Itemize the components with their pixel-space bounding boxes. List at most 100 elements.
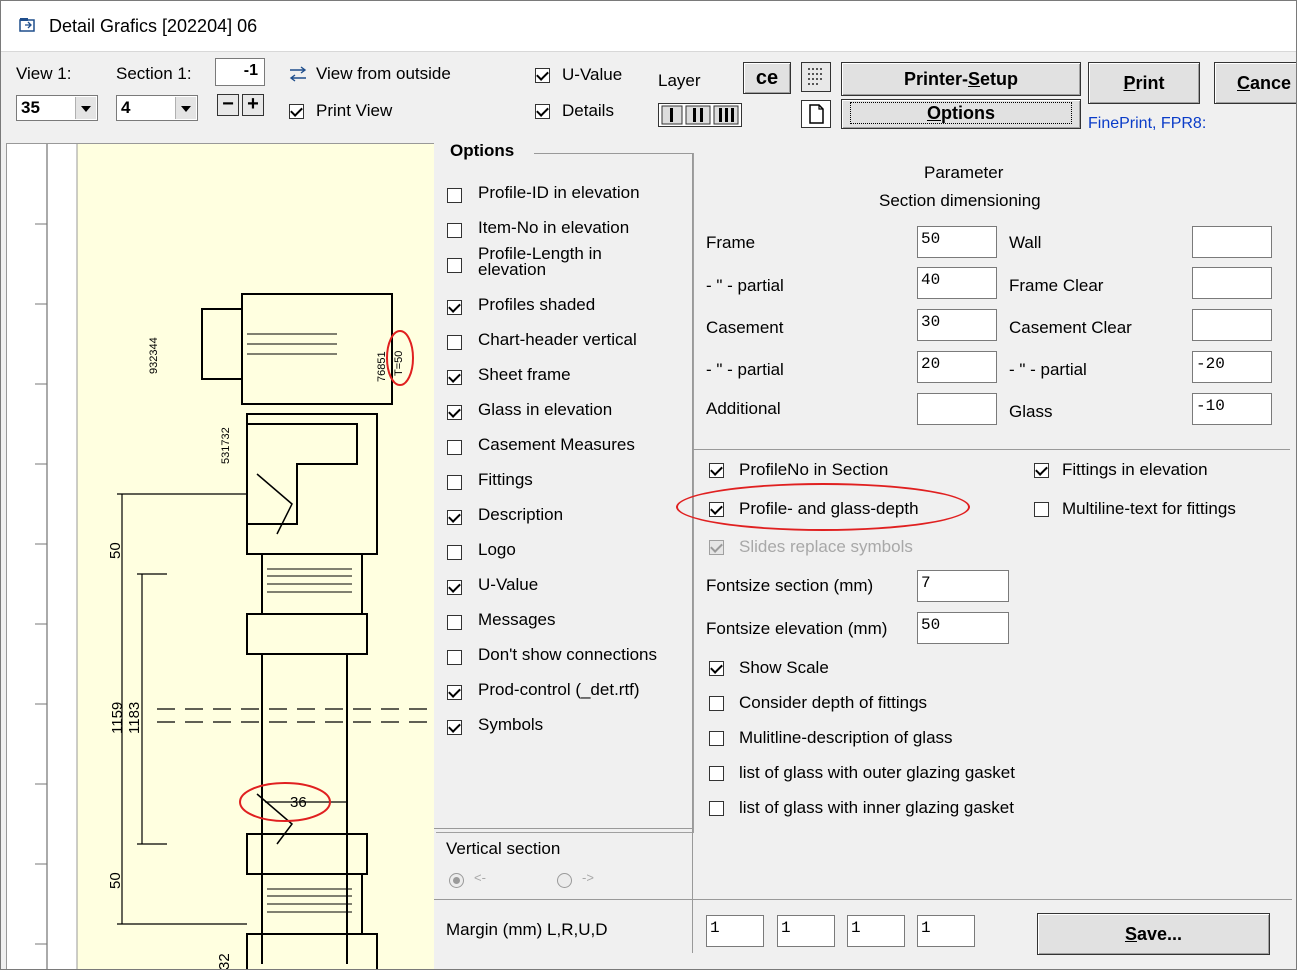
option-checkbox[interactable] [447,580,462,595]
option-label: Messages [478,610,556,629]
casement-partial-label: - " - partial [706,360,784,379]
parameter-subtitle: Section dimensioning [879,191,1041,210]
print-view-checkbox[interactable] [289,104,304,119]
parameter-title: Parameter [924,163,1004,182]
section-value: 4 [121,98,131,117]
option-checkbox[interactable] [447,650,462,665]
section-offset-field[interactable]: -1 [215,58,265,86]
profileno-checkbox[interactable] [709,463,724,478]
option-label: Fittings [478,470,533,489]
consider-depth-label: Consider depth of fittings [739,693,928,712]
margin-l-field[interactable]: 1 [706,915,764,947]
options-button[interactable]: Options [841,99,1081,129]
fontsize-elevation-field[interactable]: 50 [917,612,1009,644]
grid-icon[interactable] [801,62,831,92]
chevron-down-icon[interactable] [75,97,96,119]
option-checkbox[interactable] [447,258,462,273]
margin-d-field[interactable]: 1 [917,915,975,947]
save-button[interactable]: Save... [1037,913,1270,955]
option-checkbox[interactable] [447,300,462,315]
casement-field[interactable]: 30 [917,309,997,341]
option-label: U-Value [478,575,539,594]
inner-gasket-label: list of glass with inner glazing gasket [739,798,1014,817]
additional-field[interactable] [917,393,997,425]
swap-icon[interactable] [287,65,309,83]
outer-gasket-checkbox[interactable] [709,766,724,781]
chevron-down-icon[interactable] [175,97,196,119]
casement-clear-field[interactable] [1192,309,1272,341]
casement-label: Casement [706,318,784,337]
option-label: Profile-Length in elevation [478,246,602,276]
dim-50-top: 50 [107,542,124,559]
multiline-glass-checkbox[interactable] [709,731,724,746]
option-checkbox[interactable] [447,188,462,203]
plus-button[interactable]: + [242,94,264,116]
u-value-checkbox[interactable] [535,68,550,83]
code-932344: 932344 [148,337,160,374]
frame-clear-field[interactable] [1192,267,1272,299]
margin-divider [434,899,1292,900]
view-from-outside-label: View from outside [316,64,451,83]
option-checkbox[interactable] [447,223,462,238]
page-icon[interactable] [801,100,831,128]
option-checkbox[interactable] [447,615,462,630]
layer-label: Layer [658,71,701,90]
option-checkbox[interactable] [447,405,462,420]
dim-1159: 1159 [109,702,126,734]
option-checkbox[interactable] [447,475,462,490]
option-label: Prod-control (_det.rtf) [478,680,640,699]
layer-selector[interactable] [658,103,742,127]
frame-field[interactable]: 50 [917,226,997,258]
details-checkbox[interactable] [535,104,550,119]
code-531732: 531732 [220,427,232,464]
ce-button[interactable]: ce [743,62,791,94]
option-checkbox[interactable] [447,720,462,735]
casement-partial-field[interactable]: 20 [917,351,997,383]
wall-label: Wall [1009,233,1042,252]
fittings-elevation-checkbox[interactable] [1034,463,1049,478]
consider-depth-checkbox[interactable] [709,696,724,711]
clear-partial-label: - " - partial [1009,360,1087,379]
section-select[interactable]: 4 [116,95,198,121]
option-checkbox[interactable] [447,685,462,700]
fontsize-elevation-label: Fontsize elevation (mm) [706,619,888,638]
profileno-label: ProfileNo in Section [739,460,889,479]
margin-r-field[interactable]: 1 [777,915,835,947]
options-button-label: Options [850,102,1072,124]
view-select[interactable]: 35 [16,95,98,121]
title-bar: Detail Grafics [202204] 06 [1,1,1296,52]
section-drawing: 932344 531732 76851 T=50 50 1159 1183 36… [35,144,435,969]
option-checkbox[interactable] [447,510,462,525]
fontsize-section-label: Fontsize section (mm) [706,576,874,595]
option-label: Symbols [478,715,544,734]
option-checkbox[interactable] [447,440,462,455]
frame-partial-field[interactable]: 40 [917,267,997,299]
minus-button[interactable]: − [217,94,239,116]
multiline-fittings-checkbox[interactable] [1034,502,1049,517]
margin-label: Margin (mm) L,R,U,D [446,920,608,939]
option-label: Casement Measures [478,435,635,454]
printer-setup-button[interactable]: Printer-Setup [841,62,1081,96]
clear-partial-field[interactable]: -20 [1192,351,1272,383]
fontsize-section-field[interactable]: 7 [917,570,1009,602]
option-checkbox[interactable] [447,545,462,560]
toolbar: View 1: 35 Section 1: 4 -1 − + View from… [1,52,1296,141]
option-checkbox[interactable] [447,335,462,350]
glass-label: Glass [1009,402,1053,421]
show-scale-checkbox[interactable] [709,661,724,676]
margin-u-field[interactable]: 1 [847,915,905,947]
dim-1183: 1183 [126,702,143,734]
cancel-button[interactable]: Cance [1214,62,1296,104]
option-checkbox[interactable] [447,370,462,385]
highlight-oval [676,483,970,531]
glass-field[interactable]: -10 [1192,393,1272,425]
inner-gasket-checkbox[interactable] [709,801,724,816]
wall-field[interactable] [1192,226,1272,258]
vertical-right-radio[interactable] [557,873,572,888]
print-button[interactable]: Print [1088,62,1200,104]
frame-label: Frame [706,233,756,252]
drawing-preview[interactable]: 932344 531732 76851 T=50 50 1159 1183 36… [6,143,435,969]
vertical-left-radio[interactable] [449,873,464,888]
slides-replace-checkbox[interactable] [709,540,724,555]
arrow-left-icon: <- [474,870,486,885]
